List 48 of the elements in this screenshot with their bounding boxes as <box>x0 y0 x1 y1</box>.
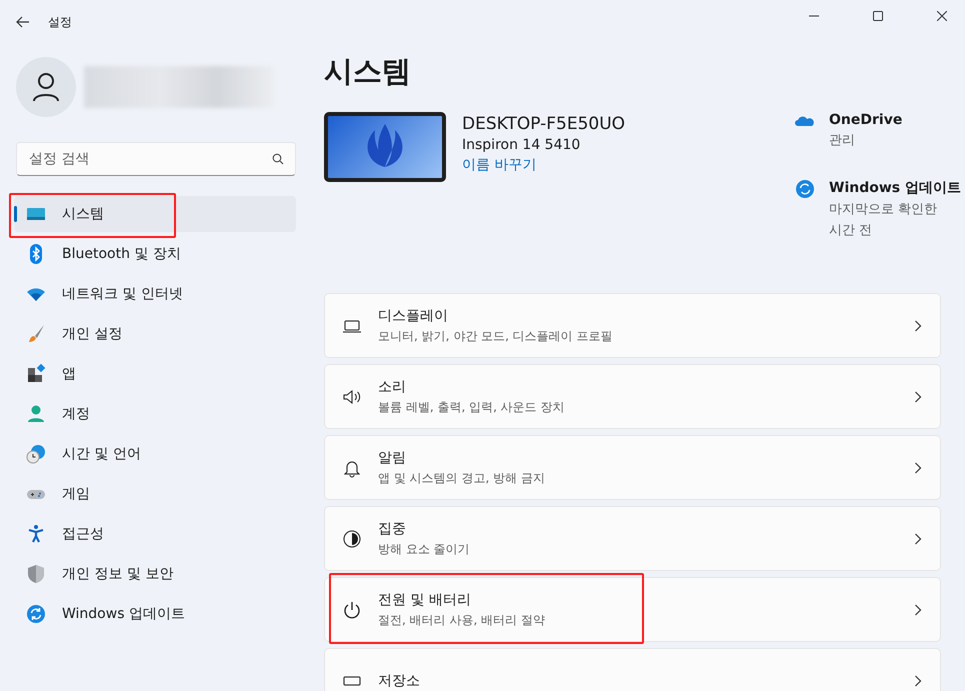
nav-item[interactable]: 게임 <box>14 476 296 512</box>
focus-icon <box>342 528 362 548</box>
globe-clock-icon <box>26 444 46 464</box>
chevron-right-icon <box>914 532 922 544</box>
page-title: 시스템 <box>324 53 412 90</box>
search-icon <box>272 153 284 165</box>
nav-item[interactable]: 앱 <box>14 356 296 392</box>
search-field[interactable]: 설정 검색 <box>16 142 296 176</box>
shield-icon <box>26 564 46 584</box>
apps-icon <box>26 364 46 384</box>
service-status: 마지막으로 확인한 <box>829 201 938 218</box>
accessibility-icon <box>26 524 46 544</box>
settings-card[interactable]: 알림 앱 및 시스템의 경고, 방해 금지 <box>324 435 941 500</box>
person-icon <box>26 404 46 424</box>
settings-card[interactable]: 저장소 <box>324 648 941 691</box>
paintbrush-icon <box>26 324 46 344</box>
settings-card[interactable]: 집중 방해 요소 줄이기 <box>324 506 941 571</box>
chevron-right-icon <box>914 462 922 474</box>
service-title[interactable]: OneDrive <box>829 112 902 128</box>
back-arrow-icon[interactable] <box>16 16 30 28</box>
nav-item[interactable]: 개인 설정 <box>14 316 296 352</box>
sync-icon <box>26 604 46 624</box>
nav-item[interactable]: 시간 및 언어 <box>14 436 296 472</box>
chevron-right-icon <box>914 320 922 332</box>
nav-item[interactable]: 네트워크 및 인터넷 <box>14 276 296 312</box>
chevron-right-icon <box>914 604 922 616</box>
nav-item[interactable]: Bluetooth 및 장치 <box>14 236 296 272</box>
nav-item[interactable]: 계정 <box>14 396 296 432</box>
sync-icon <box>795 179 815 199</box>
power-icon <box>342 600 362 620</box>
settings-card[interactable]: 소리 볼륨 레벨, 출력, 입력, 사운드 장치 <box>324 364 941 429</box>
nav-item[interactable]: 접근성 <box>14 516 296 552</box>
chevron-right-icon <box>914 674 922 686</box>
rename-link[interactable]: 이름 바꾸기 <box>462 156 626 174</box>
nav-item[interactable]: Windows 업데이트 <box>14 596 296 632</box>
maximize-icon <box>873 11 883 21</box>
service-status: 시간 전 <box>829 222 874 239</box>
close-icon <box>937 11 947 21</box>
nav-item[interactable]: 시스템 <box>14 196 296 232</box>
chevron-right-icon <box>914 390 922 402</box>
device-name: DESKTOP-F5E50UO <box>462 114 626 134</box>
settings-card[interactable]: 전원 및 배터리 절전, 배터리 사용, 배터리 절약 <box>324 577 941 642</box>
service-title[interactable]: Windows 업데이트 <box>829 179 961 197</box>
window-title: 설정 <box>48 14 72 30</box>
device-model: Inspiron 14 5410 <box>462 137 582 153</box>
nav-item[interactable]: 개인 정보 및 보안 <box>14 556 296 592</box>
service-status: 관리 <box>829 132 856 149</box>
settings-card[interactable]: 디스플레이 모니터, 밝기, 야간 모드, 디스플레이 프로필 <box>324 293 941 358</box>
